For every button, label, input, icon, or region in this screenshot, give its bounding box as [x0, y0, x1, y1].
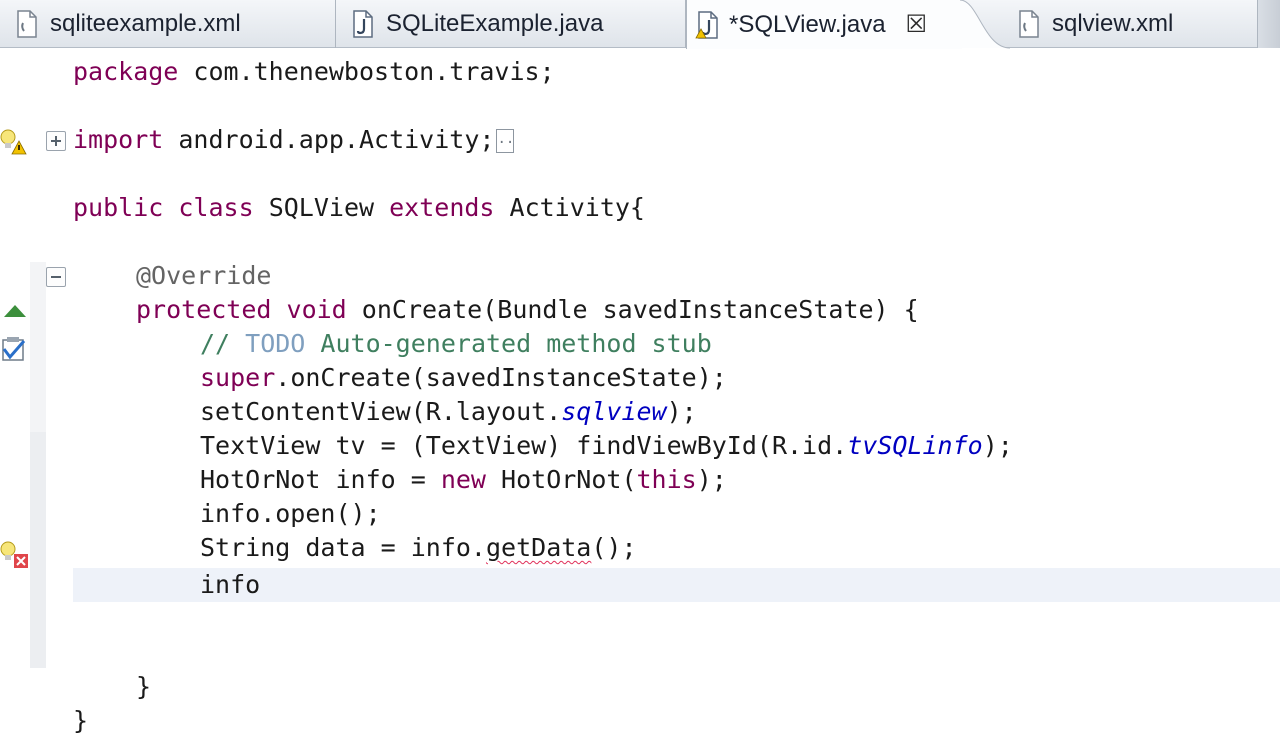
xml-file-icon [1018, 10, 1040, 38]
tab-sqliteexample-xml[interactable]: sqliteexample.xml [0, 0, 336, 48]
code-line-import: import android.app.Activity;.. [73, 125, 515, 154]
error-lightbulb-icon[interactable] [0, 540, 30, 570]
tab-label: *SQLView.java [729, 10, 886, 38]
expand-imports-icon[interactable] [46, 131, 66, 151]
code-editor[interactable]: package com.thenewboston.travis; import … [73, 48, 1280, 735]
code-line-todo-comment: // TODO Auto-generated method stub [200, 329, 712, 358]
code-line-getdata: String data = info.getData(); [200, 533, 637, 562]
task-todo-icon[interactable] [0, 335, 28, 363]
code-line-info-current: info [200, 570, 261, 599]
code-line-hotornot: HotOrNot info = new HotOrNot(this); [200, 465, 727, 494]
error-underline[interactable]: getData [486, 533, 591, 562]
active-tab-curve [960, 0, 1010, 49]
code-line-info-open: info.open(); [200, 499, 381, 528]
fold-range-shade [30, 432, 46, 668]
code-line-class-close-brace: } [73, 706, 89, 735]
editor-tab-bar: sqliteexample.xml SQLiteExample.java *SQ… [0, 0, 1280, 49]
code-line-super: super.onCreate(savedInstanceState); [200, 363, 727, 392]
tab-label: SQLiteExample.java [386, 10, 604, 37]
code-line-textview: TextView tv = (TextView) findViewById(R.… [200, 431, 1013, 460]
override-arrow-icon[interactable] [2, 303, 28, 319]
code-line-method-close-brace: } [136, 672, 152, 701]
tab-sqlview-xml[interactable]: sqlview.xml [1010, 0, 1258, 48]
code-line-class-decl: public class SQLView extends Activity{ [73, 193, 645, 222]
tab-label: sqlview.xml [1052, 10, 1174, 37]
java-file-warning-icon [695, 10, 718, 39]
tab-sqlview-java[interactable]: *SQLView.java ☒ [686, 0, 962, 49]
xml-file-icon [16, 10, 38, 38]
code-line-setcontentview: setContentView(R.layout.sqlview); [200, 397, 697, 426]
collapse-method-icon[interactable] [46, 267, 66, 287]
warning-lightbulb-icon[interactable] [0, 128, 28, 156]
code-line-oncreate: protected void onCreate(Bundle savedInst… [136, 295, 919, 324]
tab-sqliteexample-java[interactable]: SQLiteExample.java [336, 0, 686, 48]
tab-overflow-edge [1258, 0, 1280, 48]
collapsed-imports-marker[interactable]: .. [496, 129, 515, 153]
tab-label: sqliteexample.xml [50, 10, 241, 37]
code-line-override: @Override [136, 261, 272, 290]
java-file-icon [352, 10, 374, 38]
close-tab-icon[interactable]: ☒ [906, 12, 928, 37]
code-line-package: package com.thenewboston.travis; [73, 57, 555, 86]
